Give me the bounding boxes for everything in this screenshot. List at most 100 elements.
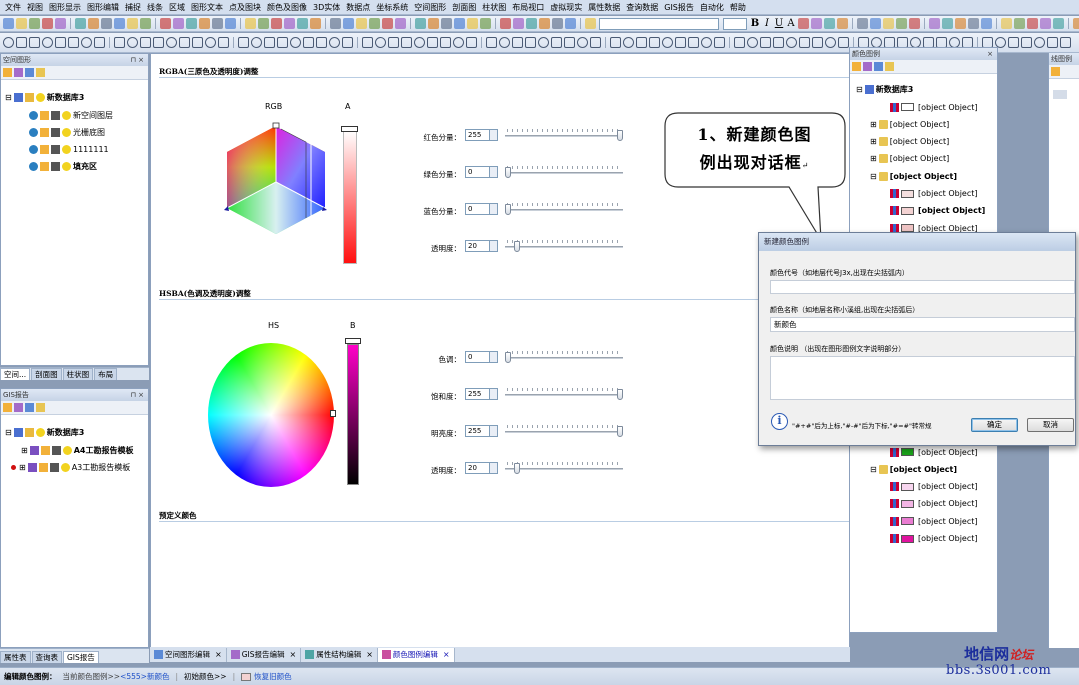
document-tab[interactable]: 颜色图例编辑 × bbox=[377, 647, 455, 662]
toolbar-icon[interactable] bbox=[636, 37, 647, 48]
toolbar-icon[interactable] bbox=[870, 18, 881, 29]
tool-icon[interactable] bbox=[874, 62, 883, 71]
document-tab[interactable]: 属性结构编辑 × bbox=[301, 647, 378, 662]
menu-item[interactable]: 柱状图 bbox=[479, 0, 509, 14]
toolbar-icon[interactable] bbox=[166, 37, 177, 48]
eye-icon[interactable] bbox=[40, 144, 49, 154]
toolbar-icon[interactable] bbox=[1073, 18, 1079, 29]
value-spinner[interactable]: 0 bbox=[465, 166, 498, 178]
tree-row[interactable]: ⊟ 新数据库3 bbox=[5, 425, 84, 439]
menu-item[interactable]: 3D实体 bbox=[310, 0, 343, 14]
font-name-combo[interactable] bbox=[599, 17, 719, 30]
toolbar-icon[interactable] bbox=[838, 37, 849, 48]
toolbar-icon[interactable] bbox=[467, 18, 478, 29]
toolbar-icon[interactable] bbox=[160, 18, 171, 29]
toolbar-icon[interactable] bbox=[199, 18, 210, 29]
toolbar-icon[interactable] bbox=[245, 18, 256, 29]
bulb-icon[interactable] bbox=[62, 445, 72, 455]
document-tab[interactable]: 空间图形编辑 × bbox=[150, 647, 227, 662]
tree-row[interactable]: ⊞ [object Object] bbox=[870, 152, 949, 166]
eye-icon[interactable] bbox=[40, 127, 49, 137]
bulb-icon[interactable] bbox=[35, 427, 45, 437]
cancel-button[interactable]: 取消 bbox=[1027, 418, 1074, 432]
toolbar-icon[interactable] bbox=[42, 18, 53, 29]
toolbar-icon[interactable] bbox=[799, 37, 810, 48]
toolbar-icon[interactable] bbox=[675, 37, 686, 48]
toolbar-icon[interactable] bbox=[114, 18, 125, 29]
close-icon[interactable]: × bbox=[987, 48, 993, 60]
color-code-input[interactable] bbox=[770, 280, 1075, 294]
value-slider[interactable] bbox=[505, 461, 623, 475]
toolbar-icon[interactable] bbox=[127, 37, 138, 48]
toolbar-icon[interactable] bbox=[192, 37, 203, 48]
toolbar-icon[interactable] bbox=[773, 37, 784, 48]
menu-item[interactable]: 点及图块 bbox=[226, 0, 264, 14]
menu-item[interactable]: 图形编辑 bbox=[84, 0, 122, 14]
bulb-icon[interactable] bbox=[62, 161, 71, 171]
alpha-marker[interactable] bbox=[341, 126, 358, 132]
toolbar-icon[interactable] bbox=[513, 18, 524, 29]
toolbar-icon[interactable] bbox=[29, 37, 40, 48]
menu-item[interactable]: 捕捉 bbox=[122, 0, 144, 14]
slider-thumb[interactable] bbox=[505, 352, 511, 363]
value-spinner[interactable]: 0 bbox=[465, 351, 498, 363]
lock-icon[interactable] bbox=[24, 427, 34, 437]
ok-button[interactable]: 确定 bbox=[971, 418, 1018, 432]
eye-icon[interactable] bbox=[40, 161, 49, 171]
document-tab[interactable]: GIS报告编辑 × bbox=[227, 647, 302, 662]
tree-row[interactable]: 光栅底图 bbox=[29, 125, 105, 139]
toolbar-icon[interactable] bbox=[238, 37, 249, 48]
value-slider[interactable] bbox=[505, 387, 623, 401]
brightness-marker[interactable] bbox=[345, 338, 361, 344]
brightness-bar[interactable] bbox=[347, 344, 359, 485]
toolbar-icon[interactable] bbox=[590, 37, 601, 48]
toolbar-icon[interactable] bbox=[16, 18, 27, 29]
toolbar-icon[interactable] bbox=[186, 18, 197, 29]
folder-icon[interactable] bbox=[36, 403, 45, 412]
expand-icon[interactable]: ⊞ bbox=[19, 463, 26, 472]
menu-item[interactable]: GIS报告 bbox=[661, 0, 697, 14]
value-spinner[interactable]: 0 bbox=[465, 203, 498, 215]
tree-row[interactable]: [object Object] bbox=[890, 204, 985, 218]
toolbar-icon[interactable] bbox=[356, 18, 367, 29]
menu-item[interactable]: 坐标系统 bbox=[373, 0, 411, 14]
database-icon[interactable] bbox=[13, 427, 23, 437]
left-tab[interactable]: 空间... bbox=[0, 368, 31, 380]
menu-item[interactable]: 布局视口 bbox=[509, 0, 547, 14]
value-slider[interactable] bbox=[505, 128, 623, 142]
toolbar-icon[interactable] bbox=[258, 18, 269, 29]
toolbar-icon[interactable] bbox=[499, 37, 510, 48]
toolbar-icon[interactable] bbox=[427, 37, 438, 48]
toolbar-icon[interactable] bbox=[1014, 18, 1025, 29]
tree-row[interactable]: ⊞ A3工勘报告模板 bbox=[11, 460, 130, 474]
close-icon[interactable]: × bbox=[443, 650, 450, 659]
left-tab[interactable]: 柱状图 bbox=[62, 368, 94, 380]
left-tab[interactable]: 布局 bbox=[94, 368, 118, 380]
expand-icon[interactable]: ⊞ bbox=[870, 120, 877, 129]
lock-icon[interactable] bbox=[51, 445, 61, 455]
bulb-icon[interactable] bbox=[62, 110, 71, 120]
menu-item[interactable]: 数据点 bbox=[343, 0, 373, 14]
hs-marker[interactable] bbox=[330, 410, 336, 417]
slider-thumb[interactable] bbox=[513, 463, 520, 474]
left-tab[interactable]: 查询表 bbox=[31, 651, 62, 663]
toolbar-icon[interactable] bbox=[316, 37, 327, 48]
toolbar-icon[interactable] bbox=[883, 18, 894, 29]
slider-thumb[interactable] bbox=[617, 389, 623, 400]
layer-icon[interactable] bbox=[29, 110, 38, 120]
toolbar-icon[interactable] bbox=[264, 37, 275, 48]
toolbar-icon[interactable] bbox=[955, 18, 966, 29]
toolbar-icon[interactable] bbox=[857, 18, 868, 29]
toolbar-icon[interactable] bbox=[786, 37, 797, 48]
lock-icon[interactable] bbox=[51, 144, 60, 154]
toolbar-icon[interactable] bbox=[929, 18, 940, 29]
slider-thumb[interactable] bbox=[617, 130, 623, 141]
toolbar-icon[interactable] bbox=[382, 18, 393, 29]
tool-icon[interactable] bbox=[3, 68, 12, 77]
toolbar-icon[interactable] bbox=[747, 37, 758, 48]
slider-thumb[interactable] bbox=[617, 426, 623, 437]
value-slider[interactable] bbox=[505, 424, 623, 438]
toolbar-icon[interactable] bbox=[329, 37, 340, 48]
eye-icon[interactable] bbox=[40, 110, 49, 120]
menu-item[interactable]: 图形显示 bbox=[46, 0, 84, 14]
